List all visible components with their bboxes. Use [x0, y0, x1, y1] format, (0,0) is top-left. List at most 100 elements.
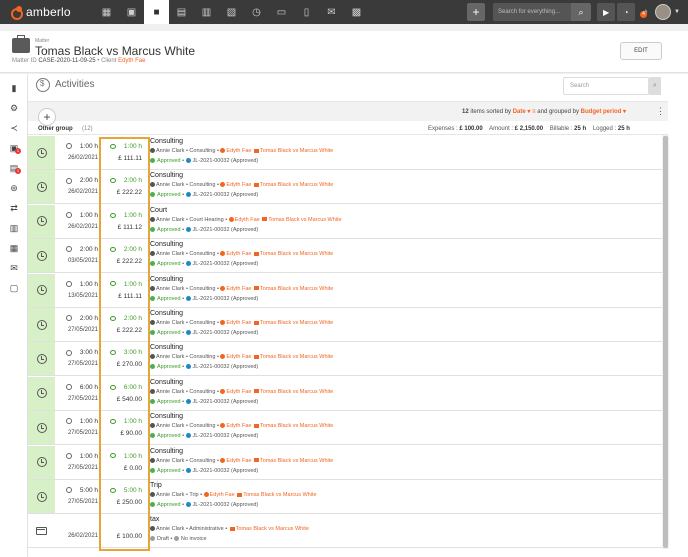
activity-title[interactable]: Trip — [150, 482, 660, 491]
activity-title[interactable]: Consulting — [150, 448, 660, 457]
user-avatar[interactable] — [655, 4, 672, 20]
activity-matter-link[interactable]: Tomas Black vs Marcus White — [260, 286, 333, 292]
contacts-icon[interactable]: ▣ — [119, 0, 144, 24]
activity-title[interactable]: Consulting — [150, 241, 660, 250]
documents-tab-icon[interactable]: ▦ — [0, 238, 28, 258]
activity-matter-link[interactable]: Tomas Black vs Marcus White — [260, 458, 333, 464]
activity-invoice[interactable]: JL-2021-00032 (Approved) — [193, 502, 259, 508]
activity-row[interactable]: 1:00 h 26/02/2021 1:00 h £ 111.12 Court Annie… — [28, 204, 664, 239]
row-status-cell[interactable] — [28, 136, 55, 169]
activity-invoice[interactable]: JL-2021-00032 (Approved) — [193, 433, 259, 439]
activity-row[interactable]: 26/02/2021 £ 100.00 tax Annie Clark • Admin… — [28, 514, 664, 549]
activity-client-link[interactable]: Edyth Fae — [226, 320, 251, 326]
chevron-down-icon[interactable]: ▾ — [526, 109, 530, 115]
activity-list-scrollbar[interactable] — [662, 135, 669, 549]
activity-title[interactable]: Consulting — [150, 344, 660, 353]
transfers-icon[interactable]: ⇄ — [0, 198, 28, 218]
mail-icon[interactable]: ✉ — [319, 0, 344, 24]
play-timer-icon[interactable]: ▶ — [597, 3, 616, 21]
row-status-cell[interactable] — [28, 170, 55, 204]
activity-invoice[interactable]: JL-2021-00032 (Approved) — [193, 296, 259, 302]
row-status-cell[interactable] — [28, 204, 55, 238]
activity-invoice[interactable]: JL-2021-00032 (Approved) — [193, 330, 259, 336]
activity-row[interactable]: 1:00 h 27/05/2021 1:00 h £ 0.00 Consulting An… — [28, 445, 664, 480]
activities-icon[interactable]: ⊛ — [0, 178, 28, 198]
stopwatch-icon[interactable]: ◔ — [617, 3, 636, 21]
more-options-icon[interactable]: ⋮ — [656, 106, 665, 117]
activity-row[interactable]: 1:00 h 26/02/2021 1:00 h £ 111.11 Consulting… — [28, 136, 664, 170]
activity-title[interactable]: Consulting — [150, 310, 660, 319]
add-activity-button[interactable]: + — [38, 108, 56, 126]
bank-icon[interactable]: ▥ — [194, 0, 219, 24]
dashboard-icon[interactable]: ▦ — [94, 0, 119, 24]
search-icon[interactable]: ⌕ — [571, 3, 592, 21]
edit-button[interactable]: EDIT — [620, 42, 662, 60]
matters-icon[interactable]: ■ — [144, 0, 169, 24]
activity-client-link[interactable]: Edyth Fae — [226, 286, 251, 292]
quick-add-button[interactable]: + — [467, 3, 486, 21]
activity-matter-link[interactable]: Tomas Black vs Marcus White — [268, 217, 341, 223]
activity-client-link[interactable]: Edyth Fae — [235, 217, 260, 223]
settings-tab-icon[interactable]: ▢ — [0, 278, 28, 298]
chevron-down-icon[interactable]: ▼ — [674, 9, 680, 15]
activity-matter-link[interactable]: Tomas Black vs Marcus White — [260, 320, 333, 326]
row-status-cell[interactable] — [28, 308, 55, 341]
activity-client-link[interactable]: Edyth Fae — [226, 148, 251, 154]
row-status-cell[interactable] — [28, 411, 55, 445]
scrollbar-thumb[interactable] — [663, 136, 668, 548]
activity-invoice[interactable]: JL-2021-00032 (Approved) — [193, 261, 259, 267]
activity-matter-link[interactable]: Tomas Black vs Marcus White — [260, 182, 333, 188]
client-link[interactable]: Edyth Fae — [118, 58, 145, 64]
activity-title[interactable]: Consulting — [150, 379, 660, 388]
row-status-cell[interactable] — [28, 342, 55, 376]
invoice-icon[interactable]: ▯ — [294, 0, 319, 24]
row-status-cell[interactable] — [28, 273, 55, 307]
search-icon[interactable]: ⌕ — [649, 77, 661, 95]
chevron-down-icon[interactable]: ▾ — [621, 109, 626, 115]
activity-client-link[interactable]: Edyth Fae — [226, 251, 251, 257]
activity-client-link[interactable]: Edyth Fae — [226, 458, 251, 464]
sort-direction-icon[interactable]: ≡ — [532, 109, 536, 115]
activities-search-input[interactable]: Search — [563, 77, 649, 95]
activity-matter-link[interactable]: Tomas Black vs Marcus White — [260, 354, 333, 360]
activity-matter-link[interactable]: Tomas Black vs Marcus White — [260, 148, 333, 154]
activity-title[interactable]: Consulting — [150, 276, 660, 285]
activity-title[interactable]: Court — [150, 207, 660, 216]
activity-client-link[interactable]: Edyth Fae — [210, 492, 235, 498]
activity-client-link[interactable]: Edyth Fae — [226, 354, 251, 360]
group-by-dropdown[interactable]: Budget period — [581, 109, 622, 115]
amberlo-logo[interactable]: amberlo — [10, 5, 82, 20]
activity-row[interactable]: 2:00 h 26/02/2021 2:00 h £ 222.22 Consulting… — [28, 170, 664, 205]
activity-matter-link[interactable]: Tomas Black vs Marcus White — [243, 492, 316, 498]
row-status-cell[interactable] — [28, 445, 55, 479]
billing-icon[interactable]: ▥ — [0, 218, 28, 238]
group-header[interactable]: Other group (12) Expenses : £ 100.00 Amo… — [28, 124, 668, 135]
activity-invoice[interactable]: JL-2021-00032 (Approved) — [193, 192, 259, 198]
activity-row[interactable]: 2:00 h 03/05/2021 2:00 h £ 222.22 Consulting… — [28, 239, 664, 274]
activity-matter-link[interactable]: Tomas Black vs Marcus White — [260, 251, 333, 257]
activity-client-link[interactable]: Edyth Fae — [226, 423, 251, 429]
calendar-icon[interactable]: ▧ — [219, 0, 244, 24]
activity-matter-link[interactable]: Tomas Black vs Marcus White — [260, 423, 333, 429]
activity-matter-link[interactable]: Tomas Black vs Marcus White — [236, 526, 309, 532]
reports-icon[interactable]: ▩ — [344, 0, 369, 24]
row-status-cell[interactable] — [28, 480, 55, 513]
summary-icon[interactable]: ▮ — [0, 78, 28, 98]
team-settings-icon[interactable]: ⚙ — [0, 98, 28, 118]
timer-history-icon[interactable]: ◷ — [244, 0, 269, 24]
activity-invoice[interactable]: JL-2021-00032 (Approved) — [193, 158, 259, 164]
activity-invoice[interactable]: JL-2021-00032 (Approved) — [193, 468, 259, 474]
activity-client-link[interactable]: Edyth Fae — [226, 182, 251, 188]
activity-row[interactable]: 1:00 h 27/05/2021 1:00 h £ 90.00 Consulting A… — [28, 411, 664, 446]
activity-title[interactable]: Consulting — [150, 413, 660, 422]
activity-row[interactable]: 5:00 h 27/05/2021 5:00 h £ 250.00 Trip Annie … — [28, 480, 664, 514]
tasks-icon[interactable]: ▣ 1 — [0, 138, 28, 158]
folder-icon[interactable]: ▭ — [269, 0, 294, 24]
activity-title[interactable]: Consulting — [150, 172, 660, 181]
mail-tab-icon[interactable]: ✉ — [0, 258, 28, 278]
row-status-cell[interactable] — [28, 376, 55, 410]
global-search-input[interactable]: Search for everything... — [493, 3, 572, 21]
row-status-cell[interactable] — [28, 514, 55, 548]
notifications-bell-icon[interactable]: 4♪ — [640, 7, 648, 18]
activity-row[interactable]: 1:00 h 13/05/2021 1:00 h £ 111.11 Consulting… — [28, 273, 664, 308]
